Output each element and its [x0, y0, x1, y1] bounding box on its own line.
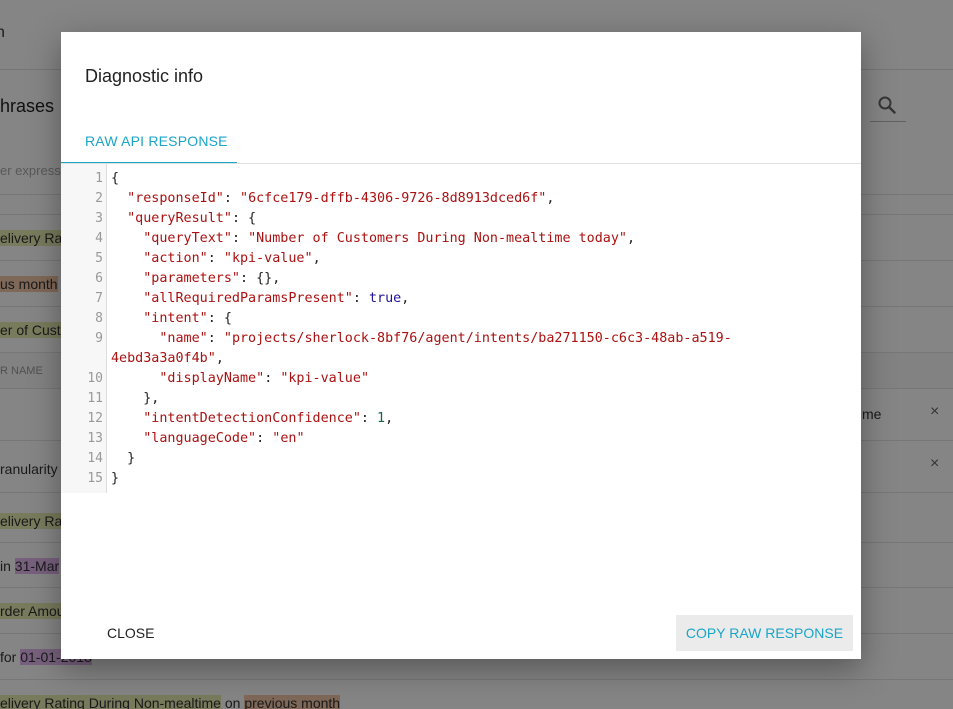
code-line: "responseId": "6cfce179-dffb-4306-9726-8…: [127, 191, 555, 206]
line-number: 12: [87, 411, 103, 426]
line-number: 9: [95, 331, 103, 346]
code-line: },: [111, 391, 160, 406]
line-number: 10: [87, 371, 103, 386]
code-line-wrapped: 4ebd3a3a0f4b",: [111, 351, 224, 366]
line-number: 8: [95, 311, 103, 326]
language-code-value: en: [280, 431, 297, 446]
line-number-gutter: 1 2 3 4 5 6 7 8 9 10 11 12 13 14 15: [61, 164, 107, 493]
line-number: 15: [87, 471, 103, 486]
code-line: "intentDetectionConfidence": 1,: [143, 411, 394, 426]
diagnostic-dialog: Diagnostic info RAW API RESPONSE 1 2 3 4…: [61, 32, 861, 659]
code-viewer[interactable]: 1 2 3 4 5 6 7 8 9 10 11 12 13 14 15 { "r…: [61, 164, 861, 494]
response-id-value: 6cfce179-dffb-4306-9726-8d8913dced6f: [248, 191, 539, 206]
code-line: "action": "kpi-value",: [143, 251, 321, 266]
line-number: 4: [95, 231, 103, 246]
tab-label: RAW API RESPONSE: [85, 133, 228, 149]
code-line: "parameters": {},: [143, 271, 281, 286]
code-line: "languageCode": "en": [143, 431, 305, 446]
display-name-value: kpi-value: [288, 371, 361, 386]
code-line: "allRequiredParamsPresent": true,: [143, 291, 410, 306]
action-value: kpi-value: [231, 251, 305, 266]
code-line: }: [111, 451, 136, 466]
line-number: 1: [95, 171, 103, 186]
code-line: "name": "projects/sherlock-8bf76/agent/i…: [159, 331, 732, 346]
query-text-value: Number of Customers During Non-mealtime …: [256, 231, 619, 246]
all-required-params-value: true: [368, 291, 402, 306]
code-line: "intent": {: [143, 311, 232, 326]
code-line: "queryResult": {: [127, 211, 257, 226]
line-number: 11: [87, 391, 103, 406]
code-line: {: [111, 171, 120, 186]
confidence-value: 1: [377, 411, 386, 426]
intent-name-value: projects/sherlock-8bf76/agent/intents/ba…: [231, 331, 732, 346]
intent-name-value-cont: 4ebd3a3a0f4b: [111, 351, 208, 366]
line-number: 7: [95, 291, 103, 306]
line-number: 14: [87, 451, 103, 466]
dialog-title: Diagnostic info: [85, 66, 204, 86]
line-number: 13: [87, 431, 103, 446]
tab-raw-api-response[interactable]: RAW API RESPONSE: [61, 124, 237, 164]
line-number: 6: [95, 271, 103, 286]
code-line: "displayName": "kpi-value": [159, 371, 369, 386]
code-line: "queryText": "Number of Customers During…: [143, 231, 636, 246]
code-line: }: [111, 471, 120, 486]
copy-raw-response-button[interactable]: COPY RAW RESPONSE: [676, 615, 853, 651]
line-number: 5: [95, 251, 103, 266]
line-number: 2: [95, 191, 103, 206]
line-number: 3: [95, 211, 103, 226]
close-button[interactable]: CLOSE: [91, 615, 170, 651]
